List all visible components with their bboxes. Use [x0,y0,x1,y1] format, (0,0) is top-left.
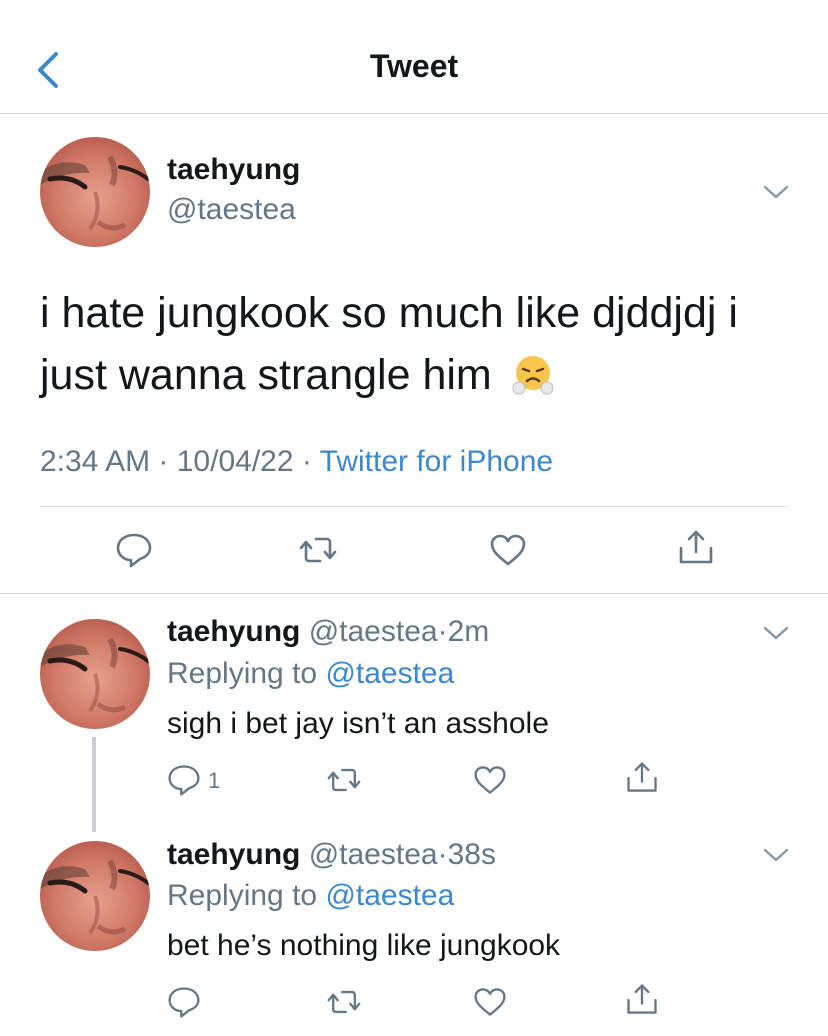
thread-connector [92,737,96,832]
dot-separator: · [437,615,448,648]
retweet-icon[interactable] [298,530,338,575]
reply-header: taehyung @taestea·38s [167,838,496,872]
user-handle[interactable]: @taestea [309,615,438,648]
steam-face-emoji [510,351,556,414]
replying-label: Replying to [167,879,318,912]
reply-header: taehyung @taestea·2m [167,615,489,649]
display-name[interactable]: taehyung [167,615,300,648]
share-icon[interactable] [676,528,716,573]
reply-text: bet he’s nothing like jungkook [167,929,561,962]
share-icon[interactable] [624,760,660,801]
tweet-text: i hate jungkook so much like djddjdj i j… [40,282,780,414]
reply-text: sigh i bet jay isn’t an asshole [167,707,549,740]
page-title: Tweet [369,48,459,84]
like-icon[interactable] [488,530,528,575]
nav-header: Tweet [0,0,828,114]
retweet-icon[interactable] [326,762,362,803]
replying-to: Replying to @taestea [167,657,454,691]
mention-link[interactable]: @taestea [325,657,454,690]
reply-count: 1 [208,768,221,793]
tweet-meta: 2:34 AM · 10/04/22 · Twitter for iPhone [40,445,553,479]
replying-to: Replying to @taestea [167,879,454,913]
replying-label: Replying to [167,657,318,690]
reply-icon[interactable] [166,984,202,1025]
reply-time: 38s [447,838,496,871]
tweet-source[interactable]: Twitter for iPhone [320,445,553,478]
chevron-down-icon[interactable] [762,846,790,864]
divider [40,506,788,507]
mention-link[interactable]: @taestea [325,879,454,912]
user-handle[interactable]: @taestea [309,838,438,871]
retweet-icon[interactable] [326,984,362,1025]
avatar[interactable] [40,137,150,247]
avatar[interactable] [40,619,150,729]
chevron-down-icon[interactable] [762,183,790,201]
divider [0,593,828,594]
display-name[interactable]: taehyung [167,838,300,871]
reply-icon[interactable] [166,762,202,803]
like-icon[interactable] [472,984,508,1025]
user-handle[interactable]: @taestea [167,193,296,227]
display-name[interactable]: taehyung [167,153,300,187]
tweet-time: 2:34 AM [40,445,151,478]
tweet-date: 10/04/22 [176,445,294,478]
chevron-down-icon[interactable] [762,624,790,642]
meta-separator: · [150,445,177,478]
reply-icon[interactable] [114,530,154,575]
like-icon[interactable] [472,762,508,803]
reply-time: 2m [447,615,490,648]
share-icon[interactable] [624,982,660,1023]
avatar[interactable] [40,841,150,951]
meta-separator: · [293,445,320,478]
dot-separator: · [437,838,448,871]
tweet-body: i hate jungkook so much like djddjdj i j… [40,289,738,399]
